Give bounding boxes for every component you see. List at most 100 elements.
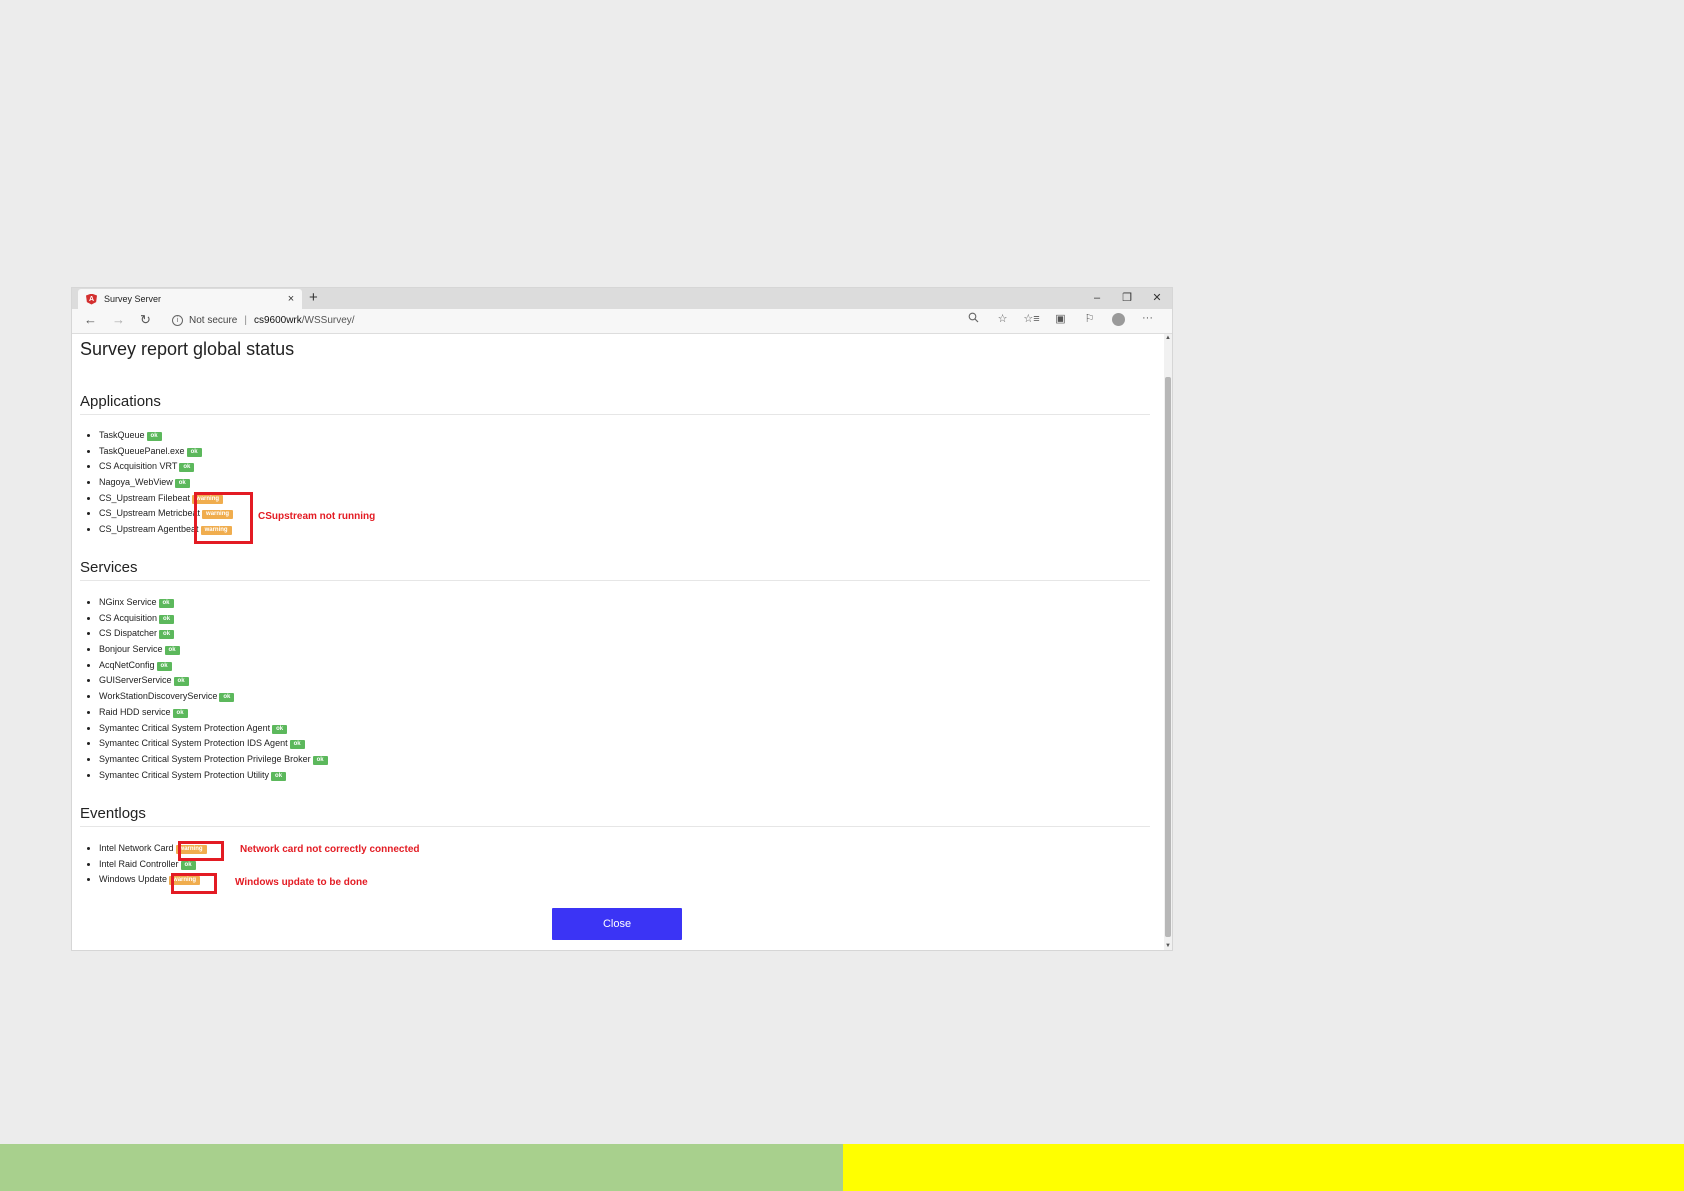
footer-bar-green	[0, 1144, 843, 1191]
services-list: NGinx ServiceokCS AcquisitionokCS Dispat…	[86, 595, 328, 783]
refresh-button[interactable]: ↻	[140, 312, 151, 328]
section-applications-title: Applications	[80, 393, 1150, 415]
list-item: CS Acquisitionok	[99, 611, 328, 627]
list-item: Symantec Critical System Protection IDS …	[99, 736, 328, 752]
vertical-scrollbar[interactable]: ▲ ▼	[1164, 334, 1172, 950]
list-item: WorkStationDiscoveryServiceok	[99, 689, 328, 705]
status-badge: ok	[173, 677, 189, 687]
section-eventlogs-title: Eventlogs	[80, 805, 1150, 827]
list-item: CS Dispatcherok	[99, 626, 328, 642]
navigation-bar: ← → ↻ i Not secure | cs9600wrk /WSSurvey…	[72, 309, 1172, 334]
url-host: cs9600wrk	[253, 314, 302, 326]
status-badge: ok	[156, 661, 172, 671]
item-name: NGinx Service	[99, 597, 157, 607]
list-item: CS Acquisition VRTok	[99, 459, 233, 475]
info-icon[interactable]: i	[172, 314, 183, 326]
status-badge: ok	[289, 740, 305, 750]
list-item: TaskQueuePanel.exeok	[99, 444, 233, 460]
item-name: Intel Raid Controller	[99, 858, 179, 869]
status-badge: ok	[158, 599, 174, 608]
list-item: Nagoya_WebViewok	[99, 475, 233, 491]
section-services-title: Services	[80, 559, 1150, 581]
collections-icon[interactable]: ▣	[1046, 312, 1075, 326]
status-badge: ok	[159, 614, 175, 624]
windows-update-highlight-box	[171, 873, 217, 894]
status-badge: ok	[272, 724, 288, 734]
profile-icon[interactable]	[1112, 313, 1125, 326]
toolbar-icons: ☆ ☆≡ ▣ ⚐ ···	[959, 312, 1162, 326]
status-badge: ok	[174, 479, 190, 489]
csupstream-highlight-box	[194, 492, 253, 544]
item-name: CS_Upstream Filebeat	[99, 492, 191, 503]
scroll-up-icon[interactable]: ▲	[1164, 334, 1172, 342]
tab-bar: A Survey Server × + – ❐ ✕	[72, 288, 1172, 309]
page-content: Survey report global status Applications…	[72, 334, 1164, 950]
status-badge: ok	[146, 432, 162, 441]
page-title: Survey report global status	[80, 339, 295, 359]
status-badge: ok	[312, 755, 328, 765]
list-item: TaskQueueok	[99, 428, 233, 444]
back-button[interactable]: ←	[84, 312, 97, 327]
windows-update-annotation: Windows update to be done	[235, 877, 368, 888]
item-name: CS Dispatcher	[99, 628, 158, 639]
item-name: GUIServerService	[99, 675, 172, 686]
item-name: Windows Update	[99, 874, 168, 885]
item-name: TaskQueuePanel.exe	[99, 445, 185, 456]
item-name: CS Acquisition VRT	[99, 461, 178, 472]
item-name: CS Acquisition	[99, 612, 158, 623]
zoom-icon[interactable]	[959, 312, 988, 326]
item-name: Symantec Critical System Protection Priv…	[99, 753, 311, 764]
star-icon[interactable]: ☆	[988, 312, 1017, 326]
status-badge: ok	[179, 463, 195, 473]
status-badge: ok	[219, 693, 235, 703]
csupstream-annotation: CSupstream not running	[258, 511, 376, 522]
forward-button[interactable]: →	[112, 312, 125, 327]
list-item: Symantec Critical System Protection Util…	[99, 768, 328, 784]
item-name: Bonjour Service	[99, 644, 163, 655]
item-name: WorkStationDiscoveryService	[99, 691, 218, 702]
item-name: Raid HDD service	[99, 706, 171, 717]
window-close-button[interactable]: ✕	[1142, 288, 1172, 309]
angular-favicon-icon: A	[86, 293, 97, 305]
scroll-thumb[interactable]	[1165, 377, 1171, 937]
item-name: Symantec Critical System Protection Agen…	[99, 722, 271, 733]
scroll-down-icon[interactable]: ▼	[1164, 942, 1172, 950]
close-button[interactable]: Close	[552, 908, 682, 940]
address-separator: |	[244, 314, 247, 326]
status-badge: ok	[186, 447, 202, 457]
window-controls: – ❐ ✕	[1082, 288, 1172, 309]
item-name: Nagoya_WebView	[99, 477, 173, 488]
browser-tab[interactable]: A Survey Server ×	[78, 289, 302, 309]
more-icon[interactable]: ···	[1133, 312, 1162, 326]
list-item: GUIServerServiceok	[99, 673, 328, 689]
status-badge: ok	[172, 708, 188, 718]
item-name: TaskQueue	[99, 430, 145, 440]
extensions-icon[interactable]: ⚐	[1075, 312, 1104, 326]
favorites-icon[interactable]: ☆≡	[1017, 312, 1046, 326]
list-item: AcqNetConfigok	[99, 658, 328, 674]
list-item: Raid HDD serviceok	[99, 705, 328, 721]
network-annotation: Network card not correctly connected	[240, 844, 420, 855]
minimize-button[interactable]: –	[1082, 288, 1112, 309]
item-name: Symantec Critical System Protection Util…	[99, 769, 270, 780]
list-item: Bonjour Serviceok	[99, 642, 328, 658]
footer-bar-yellow	[843, 1144, 1684, 1191]
item-name: CS_Upstream Metricbeat	[99, 508, 201, 519]
address-bar[interactable]: i Not secure | cs9600wrk /WSSurvey/	[172, 310, 972, 330]
network-highlight-box	[178, 841, 224, 861]
item-name: Intel Network Card	[99, 843, 174, 853]
url-path: /WSSurvey/	[301, 314, 355, 326]
new-tab-button[interactable]: +	[309, 289, 318, 306]
status-badge: ok	[164, 646, 180, 656]
list-item: Symantec Critical System Protection Priv…	[99, 752, 328, 768]
security-label: Not secure	[189, 314, 238, 326]
item-name: AcqNetConfig	[99, 659, 155, 670]
item-name: CS_Upstream Agentbeat	[99, 524, 199, 535]
status-badge: ok	[159, 630, 175, 640]
restore-button[interactable]: ❐	[1112, 288, 1142, 309]
tab-close-icon[interactable]: ×	[284, 293, 298, 305]
tab-title: Survey Server	[104, 294, 162, 304]
browser-window: A Survey Server × + – ❐ ✕ ← → ↻ i Not se…	[72, 288, 1172, 950]
list-item: NGinx Serviceok	[99, 595, 328, 611]
item-name: Symantec Critical System Protection IDS …	[99, 738, 288, 749]
